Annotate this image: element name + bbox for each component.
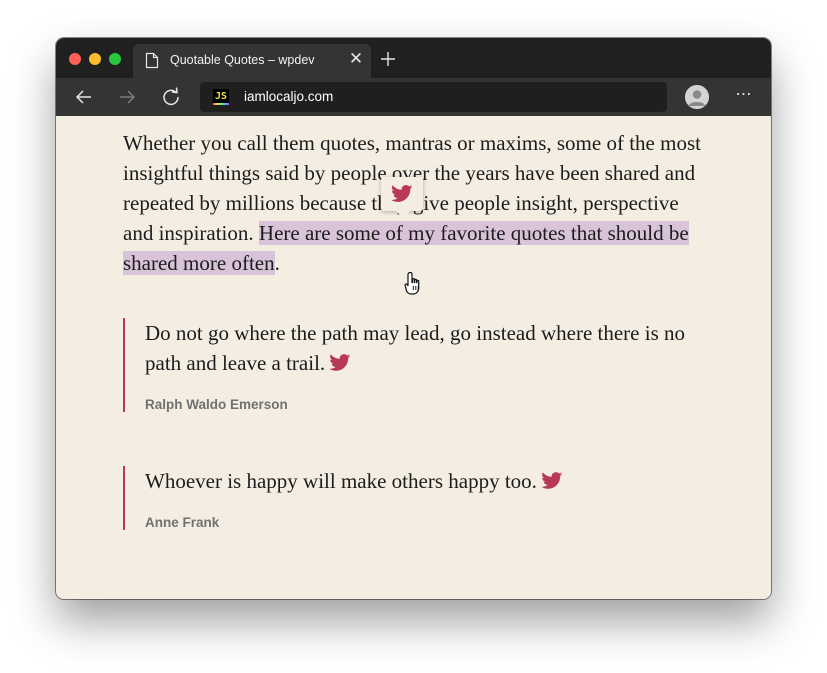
address-bar[interactable]: JS iamlocaljo.com [200,82,667,112]
tweet-quote-twitter-icon[interactable] [329,354,351,372]
quote-body: Do not go where the path may lead, go in… [145,321,686,375]
browser-toolbar: JS iamlocaljo.com ⋯ [56,78,771,116]
tweet-quote-twitter-icon[interactable] [541,472,563,490]
forward-button[interactable] [115,85,139,109]
close-window-button[interactable] [69,53,81,65]
tab-title: Quotable Quotes – wpdev [170,53,315,67]
url-text: iamlocaljo.com [244,89,334,104]
tab-close-button[interactable]: ✕ [347,50,365,68]
page-content: Whether you call them quotes, mantras or… [56,116,771,599]
twitter-bird-icon [391,185,413,202]
quote-text: Whoever is happy will make others happy … [145,466,713,496]
hand-cursor-icon [404,271,420,295]
maximize-window-button[interactable] [109,53,121,65]
quote-body: Whoever is happy will make others happy … [145,469,537,493]
tweet-selection-popup[interactable] [381,177,423,218]
quote-author: Anne Frank [145,515,220,530]
profile-avatar[interactable] [685,85,709,109]
quote-block: Do not go where the path may lead, go in… [123,318,713,412]
more-menu-button[interactable]: ⋯ [731,83,757,109]
back-button[interactable] [72,85,96,109]
minimize-window-button[interactable] [89,53,101,65]
favicon-text: JS [215,91,228,102]
page-icon [145,52,159,69]
quote-text: Do not go where the path may lead, go in… [145,318,713,378]
reload-button[interactable] [159,85,183,109]
new-tab-button[interactable] [378,49,398,69]
quote-author: Ralph Waldo Emerson [145,397,288,412]
active-tab[interactable]: Quotable Quotes – wpdev ✕ [133,44,371,78]
site-favicon-icon: JS [213,89,229,105]
browser-window: Quotable Quotes – wpdev ✕ JS iamlocaljo.… [56,38,771,599]
tab-strip: Quotable Quotes – wpdev ✕ [56,38,771,78]
intro-end: . [274,251,280,275]
user-icon [685,85,709,109]
quote-block: Whoever is happy will make others happy … [123,466,713,530]
